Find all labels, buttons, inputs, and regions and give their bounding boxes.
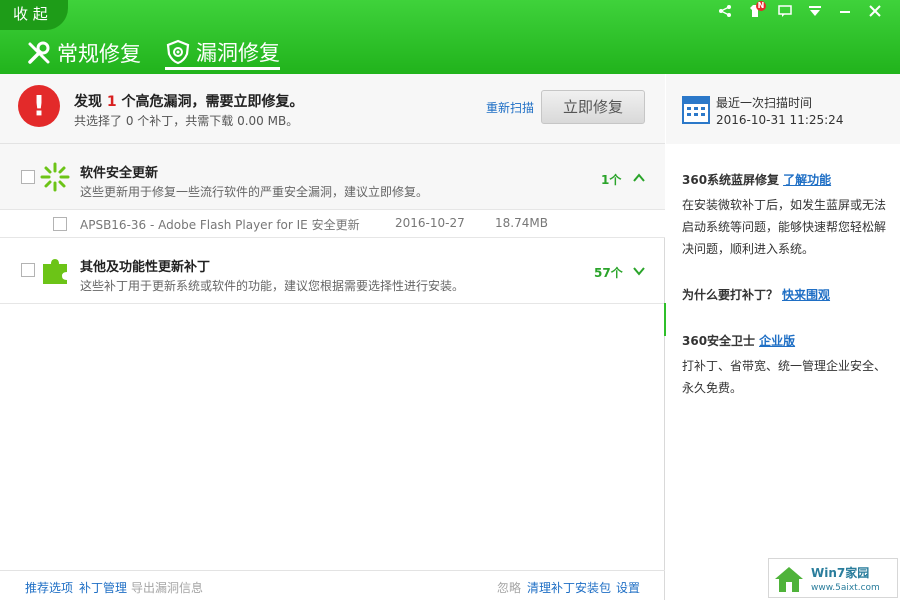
group-other-updates[interactable]: 其他及功能性更新补丁 这些补丁用于更新系统或软件的功能，建议您根据需要选择性进行… (0, 238, 665, 304)
list-item[interactable]: APSB16-36 - Adobe Flash Player for IE 安全… (0, 210, 665, 238)
enterprise-block: 360安全卫士 企业版 打补丁、省带宽、统一管理企业安全、永久免费。 (682, 332, 894, 399)
chevron-up-icon[interactable] (632, 171, 646, 185)
ignore-link[interactable]: 忽略 (497, 579, 521, 596)
tab-label: 漏洞修复 (196, 40, 280, 65)
repair-now-button[interactable]: 立即修复 (541, 90, 645, 124)
patch-management-link[interactable]: 补丁管理 (79, 579, 127, 596)
burst-icon (40, 162, 70, 192)
menu-icon[interactable] (800, 4, 830, 22)
group-count: 57个 (594, 266, 623, 280)
alert-subtitle: 共选择了 0 个补丁，共需下载 0.00 MB。 (74, 114, 299, 128)
watermark-title: Win7家园 (811, 566, 870, 580)
last-scan-box: 最近一次扫描时间 2016-10-31 11:25:24 (666, 74, 900, 144)
calendar-icon (682, 96, 710, 124)
group-security-updates[interactable]: 软件安全更新 这些更新用于修复一些流行软件的严重安全漏洞，建议立即修复。 1个 (0, 144, 665, 210)
footer-bar: 推荐选项 补丁管理 导出漏洞信息 忽略 清理补丁安装包 设置 (0, 570, 665, 600)
feedback-icon[interactable] (770, 4, 800, 22)
recommended-options-link[interactable]: 推荐选项 (25, 579, 73, 596)
export-vuln-info-link[interactable]: 导出漏洞信息 (131, 579, 203, 596)
alert-bar: ! 发现 1 个高危漏洞，需要立即修复。 共选择了 0 个补丁，共需下载 0.0… (0, 74, 665, 144)
exclamation-icon: ! (18, 85, 60, 127)
group-title: 其他及功能性更新补丁 (80, 260, 211, 275)
item-date: 2016-10-27 (395, 216, 465, 230)
vuln-count: 1 (106, 94, 117, 110)
share-icon[interactable] (710, 4, 740, 22)
group-count: 1个 (601, 173, 622, 187)
block-title: 360系统蓝屏修复 (682, 173, 780, 187)
group-checkbox[interactable] (21, 170, 35, 184)
tab-label: 常规修复 (57, 42, 141, 66)
main-panel: ! 发现 1 个高危漏洞，需要立即修复。 共选择了 0 个补丁，共需下载 0.0… (0, 74, 665, 600)
tools-icon (28, 41, 50, 64)
group-description: 这些更新用于修复一些流行软件的严重安全漏洞，建议立即修复。 (80, 185, 429, 199)
settings-link[interactable]: 设置 (616, 579, 640, 596)
clean-patch-packages-link[interactable]: 清理补丁安装包 (527, 579, 611, 596)
enterprise-edition-link[interactable]: 企业版 (759, 334, 795, 348)
watermark-url: www.5aixt.com (811, 583, 880, 593)
collapse-button[interactable]: 收 起 (0, 0, 68, 30)
learn-feature-link[interactable]: 了解功能 (783, 173, 831, 187)
block-title: 360安全卫士 (682, 334, 756, 348)
watermark-logo: Win7家园 www.5aixt.com (768, 558, 898, 598)
item-size: 18.74MB (495, 216, 548, 230)
last-scan-label: 最近一次扫描时间 (716, 96, 813, 110)
house-icon (775, 567, 803, 592)
new-badge: N (756, 1, 766, 11)
side-panel: 最近一次扫描时间 2016-10-31 11:25:24 360系统蓝屏修复 了解… (666, 74, 900, 600)
shield-eye-icon (166, 39, 190, 64)
come-watch-link[interactable]: 快来围观 (782, 288, 830, 302)
group-checkbox[interactable] (21, 263, 35, 277)
rescan-link[interactable]: 重新扫描 (486, 99, 534, 116)
close-icon[interactable] (860, 4, 890, 22)
block-title: 为什么要打补丁？ (682, 288, 779, 302)
last-scan-time: 2016-10-31 11:25:24 (716, 113, 844, 127)
block-text: 在安装微软补丁后，如发生蓝屏或无法启动系统等问题，能够快速帮您轻松解决问题，顺利… (682, 198, 887, 256)
item-name: APSB16-36 - Adobe Flash Player for IE 安全… (80, 218, 360, 232)
why-patch-block: 为什么要打补丁？ 快来围观 (682, 286, 894, 303)
tab-vulnerability-repair[interactable]: 漏洞修复 (165, 36, 280, 70)
item-checkbox[interactable] (53, 217, 67, 231)
skin-icon[interactable]: N (740, 1, 770, 22)
group-description: 这些补丁用于更新系统或软件的功能，建议您根据需要选择性进行安装。 (80, 279, 465, 293)
puzzle-icon (43, 259, 67, 284)
group-title: 软件安全更新 (80, 166, 159, 181)
header: 收 起 N 常规修复 漏洞修复 (0, 0, 900, 74)
alert-title: 发现 1 个高危漏洞，需要立即修复。 (74, 94, 304, 110)
bsod-repair-block: 360系统蓝屏修复 了解功能 在安装微软补丁后，如发生蓝屏或无法启动系统等问题，能… (682, 171, 894, 260)
tab-regular-repair[interactable]: 常规修复 (26, 36, 141, 70)
chevron-down-icon[interactable] (632, 264, 646, 278)
window-controls: N (710, 1, 890, 22)
minimize-icon[interactable] (830, 4, 860, 22)
main-tabs: 常规修复 漏洞修复 (26, 36, 280, 70)
block-text: 打补丁、省带宽、统一管理企业安全、永久免费。 (682, 359, 887, 395)
